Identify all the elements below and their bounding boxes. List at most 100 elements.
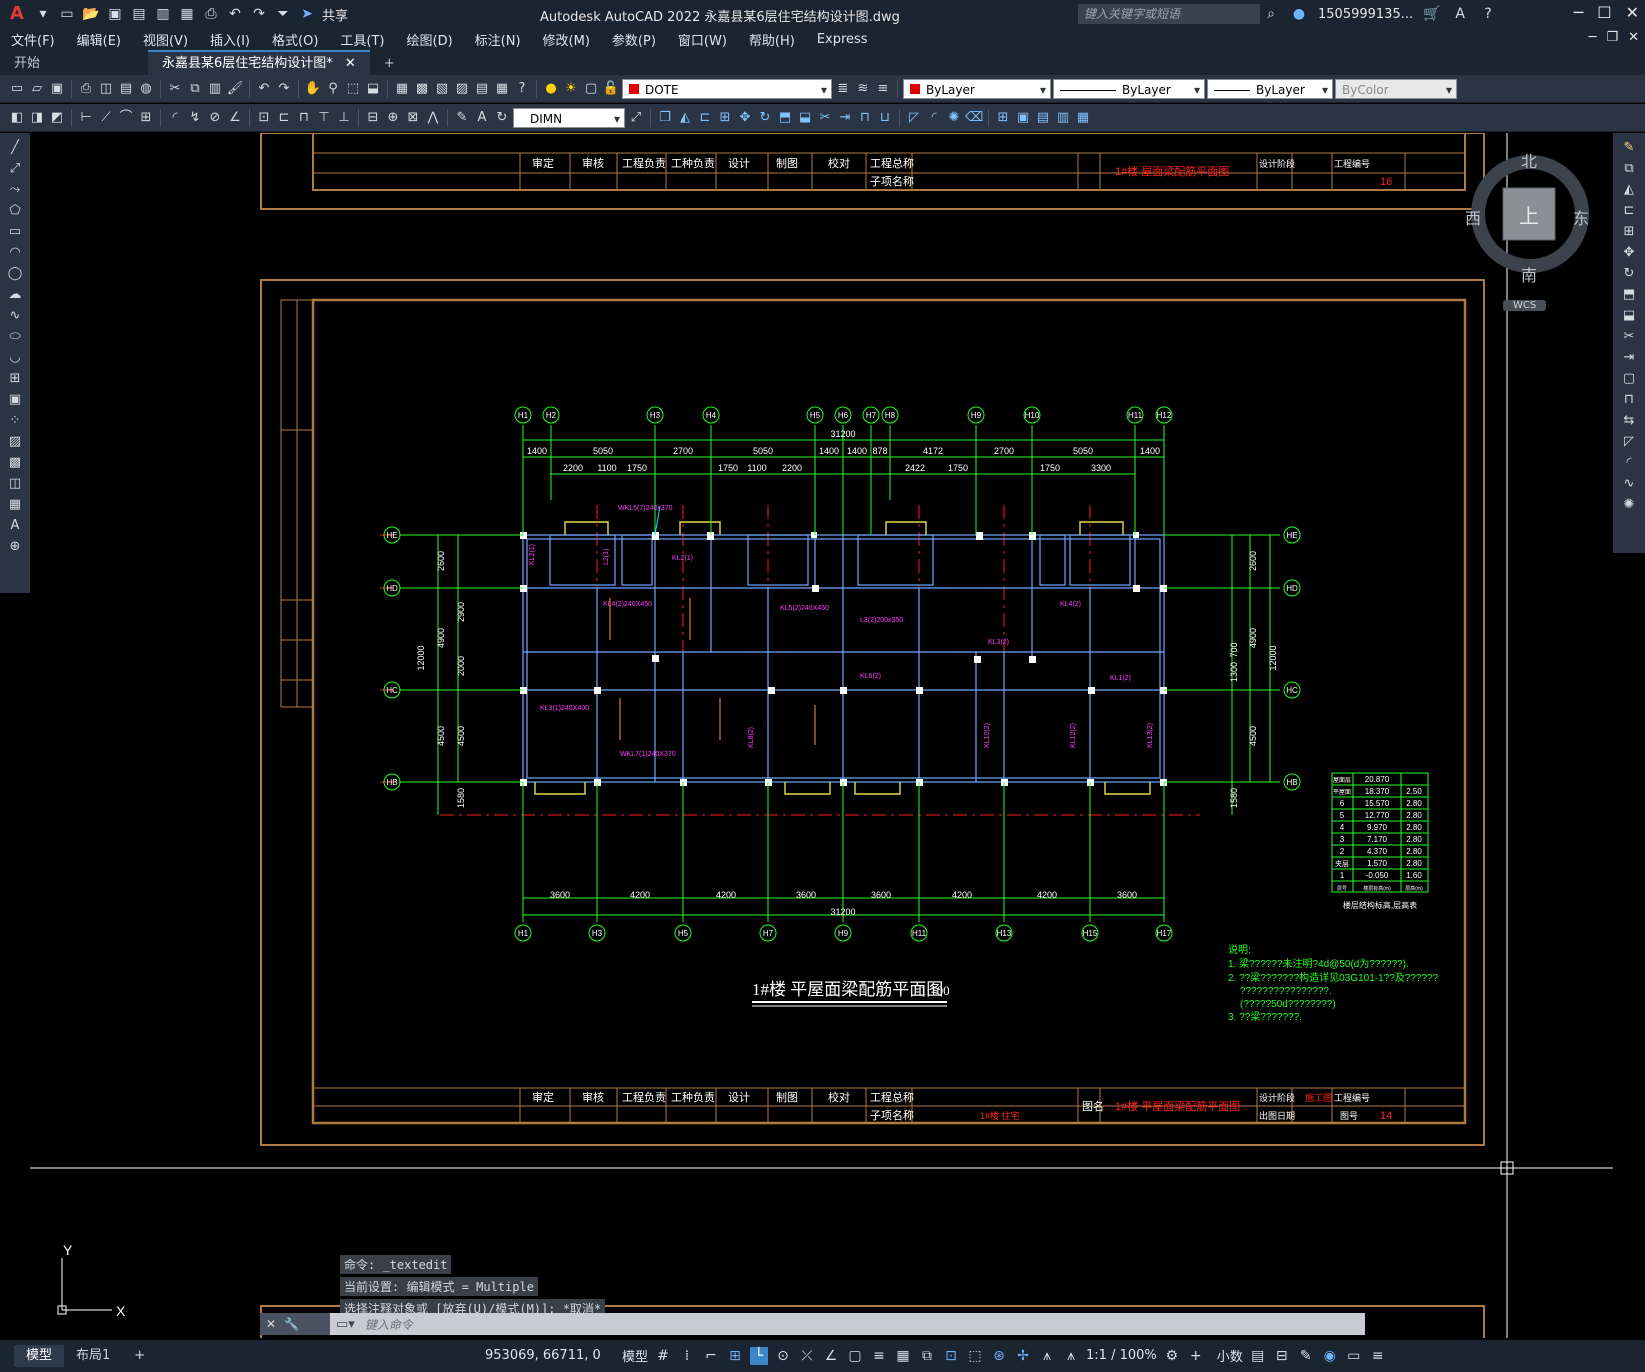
undo-icon[interactable]: ↶ [226,5,244,23]
lineweight-icon[interactable]: ≡ [870,1347,888,1365]
undo-icon[interactable]: ↶ [255,80,273,98]
block-attr-icon[interactable]: ▦ [1074,109,1092,127]
add-layout-button[interactable]: + [122,1345,157,1367]
new-icon[interactable]: ▭ [8,80,26,98]
menu-dimension[interactable]: 标注(N) [464,30,532,49]
modify-erase-icon[interactable]: ⌫ [965,109,983,127]
dimstyle-manager-icon[interactable]: ⤢ [627,109,645,127]
a360-icon[interactable]: A [1451,5,1469,23]
tolerance-icon[interactable]: ⊟ [364,109,382,127]
calculator-icon[interactable]: ▦ [493,80,511,98]
modify-copy-icon[interactable]: ❐ [656,109,674,127]
wcs-menu[interactable]: WCS [1503,300,1547,311]
search-icon[interactable]: ⌕ [1262,5,1280,23]
hardware-acceleration-icon[interactable]: ◉ [1321,1347,1339,1365]
ellipse-arc-icon[interactable]: ◡ [6,349,24,367]
ortho-icon[interactable]: └ [750,1346,769,1365]
revcloud-icon[interactable]: ☁ [6,286,24,304]
layer-properties-icon[interactable]: ≣ [834,80,852,98]
annotation-monitor-icon[interactable]: + [1187,1347,1205,1365]
sheet-set-icon[interactable]: ▨ [453,80,471,98]
zoom-previous-icon[interactable]: ⬓ [364,80,382,98]
dim-update-icon[interactable]: ↻ [493,109,511,127]
design-center-icon[interactable]: ▩ [413,80,431,98]
coordinate-readout[interactable]: 953069, 66711, 0 [485,1348,601,1363]
trim-icon[interactable]: ✂ [1620,328,1638,346]
isodraft-icon[interactable]: ⤫ [798,1347,816,1365]
make-block-icon[interactable]: ▣ [6,391,24,409]
model-space-toggle[interactable]: 模型 [622,1346,648,1365]
new-file-icon[interactable]: ▭ [58,5,76,23]
minimize-icon[interactable]: ─ [1574,3,1584,22]
layer-dropdown[interactable]: DOTE [622,78,832,100]
blend-icon[interactable]: ∿ [1620,475,1638,493]
mtext-icon[interactable]: A [6,517,24,535]
dynamic-ucs-icon[interactable]: ⬚ [966,1347,984,1365]
save-as-icon[interactable]: ▤ [130,5,148,23]
block-edit-icon[interactable]: ▥ [1054,109,1072,127]
modify-stretch-icon[interactable]: ⬓ [796,109,814,127]
markup-icon[interactable]: ▤ [473,80,491,98]
circle-icon[interactable]: ◯ [6,265,24,283]
menu-window[interactable]: 窗口(W) [667,30,738,49]
modify-extend-icon[interactable]: ⇥ [836,109,854,127]
search-input[interactable]: 键入关键字或短语 [1078,4,1260,24]
rectangle-icon[interactable]: ▭ [6,223,24,241]
make-current-icon[interactable]: ≋ [854,80,872,98]
menu-view[interactable]: 视图(V) [132,30,199,49]
center-mark-icon[interactable]: ⊕ [384,109,402,127]
ordinate-dim-icon[interactable]: ⊞ [137,109,155,127]
diameter-dim-icon[interactable]: ⊘ [206,109,224,127]
bring-front-icon[interactable]: ◨ [28,109,46,127]
menu-modify[interactable]: 修改(M) [532,30,601,49]
dropdown-icon[interactable]: ▾ [34,5,52,23]
cut-icon[interactable]: ✂ [166,80,184,98]
inspection-icon[interactable]: ⊠ [404,109,422,127]
customize-icon[interactable]: ⏷ [274,5,292,23]
doc-minimize-icon[interactable]: ─ [1589,30,1597,45]
dim-space-icon[interactable]: ⊤ [315,109,333,127]
tab-start[interactable]: 开始 [0,52,148,75]
customization-icon[interactable]: ≡ [1369,1347,1387,1365]
plotstyle-dropdown[interactable]: ByColor [1335,78,1457,100]
block-create-icon[interactable]: ▣ [1014,109,1032,127]
modify-array-icon[interactable]: ⊞ [716,109,734,127]
menu-parametric[interactable]: 参数(P) [601,30,667,49]
arc-length-icon[interactable]: ⌒ [117,109,135,127]
polyline-icon[interactable]: ⤳ [6,181,24,199]
quick-dim-icon[interactable]: ⊡ [255,109,273,127]
object-snap-icon[interactable]: ▢ [846,1347,864,1365]
cart-icon[interactable]: 🛒 [1423,5,1441,23]
lineweight-dropdown[interactable]: ByLayer [1207,78,1333,100]
drawing-canvas[interactable]: 审定 审核 工程负责 工种负责 设计 制图 校对 工程总称 子项名称 设计阶段 … [30,133,1613,1338]
tab-model[interactable]: 模型 [14,1345,65,1367]
command-customize-icon[interactable]: 🔧 [284,1317,299,1331]
modify-trim-icon[interactable]: ✂ [816,109,834,127]
redo-icon[interactable]: ↷ [250,5,268,23]
baseline-dim-icon[interactable]: ⊏ [275,109,293,127]
isolate-objects-icon[interactable]: ✎ [1297,1347,1315,1365]
user-name[interactable]: 1505999135... [1318,7,1413,22]
extend-icon[interactable]: ⇥ [1620,349,1638,367]
menu-edit[interactable]: 编辑(E) [66,30,132,49]
move-icon[interactable]: ✥ [1620,244,1638,262]
xline-icon[interactable]: ⤢ [6,160,24,178]
arc-icon[interactable]: ◠ [6,244,24,262]
open-icon[interactable]: ▱ [28,80,46,98]
share-icon[interactable]: ➤ [298,5,316,23]
fillet-icon[interactable]: ◜ [1620,454,1638,472]
polar-icon[interactable]: ⊙ [774,1347,792,1365]
viewcube[interactable]: 北 南 东 西 上 WCS [1465,150,1595,311]
compass-west[interactable]: 西 [1465,205,1481,229]
selection-cycling-icon[interactable]: ⧉ [918,1347,936,1365]
jogged-dim-icon[interactable]: ↯ [186,109,204,127]
explode-icon[interactable]: ✺ [1620,496,1638,514]
command-prompt-icon[interactable]: ▭▾ [330,1317,355,1332]
save-icon[interactable]: ▣ [106,5,124,23]
new-tab-button[interactable]: + [370,52,409,75]
angular-dim-icon[interactable]: ∠ [226,109,244,127]
transparency-icon[interactable]: ▦ [894,1347,912,1365]
modify-offset-icon[interactable]: ⊏ [696,109,714,127]
app-logo-icon[interactable]: A [6,5,28,23]
quick-properties-icon[interactable]: ▤ [1249,1347,1267,1365]
